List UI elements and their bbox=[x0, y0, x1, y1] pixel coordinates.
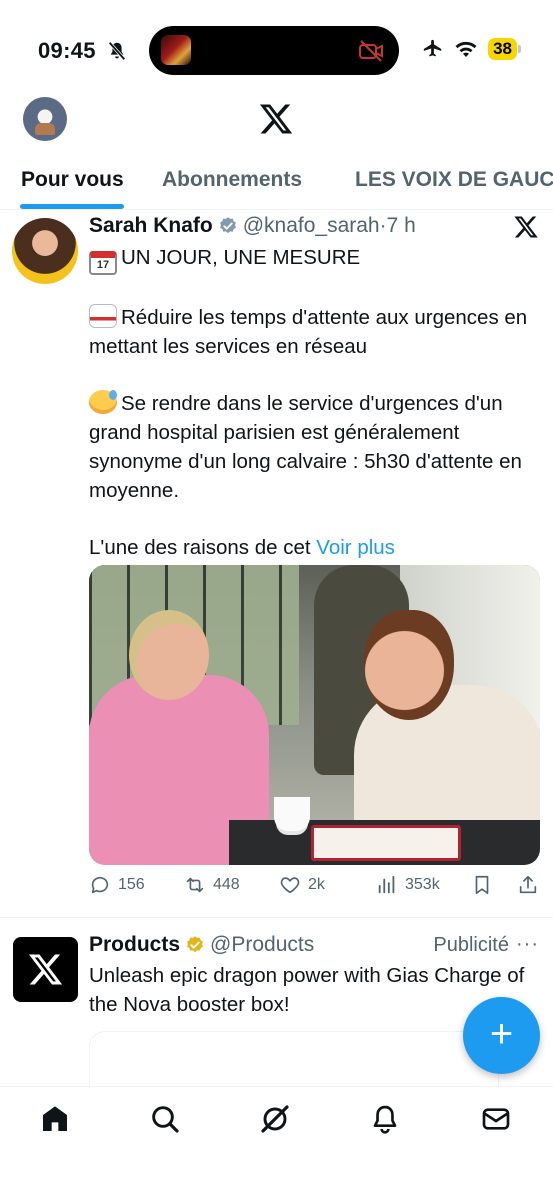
share-icon bbox=[519, 875, 537, 894]
dynamic-island[interactable] bbox=[149, 26, 399, 75]
ambulance-emoji-icon bbox=[89, 303, 117, 328]
photo-notebook bbox=[311, 825, 461, 861]
views-chart-icon bbox=[378, 875, 395, 894]
status-indicators: 38 bbox=[422, 38, 521, 60]
tweet-text-line: L'une des raisons de cet bbox=[89, 536, 311, 560]
search-icon[interactable] bbox=[149, 1103, 181, 1135]
repost-icon bbox=[186, 877, 204, 893]
tweet-text-line: UN JOUR, UNE MESURE bbox=[121, 246, 361, 269]
bell-muted-icon bbox=[108, 41, 126, 61]
like-count: 2k bbox=[308, 876, 325, 893]
bookmark-icon bbox=[475, 875, 489, 895]
ad-author-handle[interactable]: @Products bbox=[210, 933, 314, 957]
plus-icon: + bbox=[489, 1011, 514, 1056]
reply-icon bbox=[91, 876, 109, 894]
tweet-actions: 156 448 2k 353k bbox=[89, 874, 541, 904]
show-more-link[interactable]: Voir plus bbox=[316, 536, 395, 559]
repost-count: 448 bbox=[213, 876, 240, 893]
repost-button[interactable]: 448 bbox=[184, 874, 240, 896]
wifi-icon bbox=[455, 41, 477, 57]
timeline-tabs: Pour vous Abonnements LES VOIX DE GAUC bbox=[0, 160, 553, 210]
heart-icon bbox=[280, 877, 300, 894]
profile-avatar[interactable] bbox=[23, 97, 67, 141]
reply-count: 156 bbox=[118, 876, 145, 893]
compose-button[interactable]: + bbox=[463, 997, 540, 1074]
promoted-tweet[interactable]: Products @Products Publicité ··· Unleash… bbox=[0, 918, 553, 1101]
tweet-text-line: Se rendre dans le service d'urgences d'u… bbox=[89, 392, 522, 502]
ad-author-name[interactable]: Products bbox=[89, 933, 180, 957]
tab-pour-vous[interactable]: Pour vous bbox=[21, 168, 124, 192]
notifications-bell-icon[interactable] bbox=[369, 1103, 401, 1135]
ad-author-avatar[interactable] bbox=[13, 937, 78, 1002]
battery-level: 38 bbox=[488, 38, 521, 60]
status-bar: 09:45 38 bbox=[0, 0, 553, 95]
ad-header: Products @Products bbox=[89, 933, 314, 957]
tweet[interactable]: Sarah Knafo @knafo_sarah · 7 h 17 UN JOUR… bbox=[0, 210, 553, 918]
active-tab-indicator bbox=[20, 204, 124, 209]
tweet-author-avatar[interactable] bbox=[12, 218, 78, 284]
status-time: 09:45 bbox=[38, 38, 96, 63]
camera-off-icon bbox=[359, 40, 383, 62]
separator-dot: · bbox=[379, 214, 387, 237]
photo-person-right-head bbox=[364, 610, 454, 720]
calendar-emoji-icon: 17 bbox=[89, 251, 117, 275]
tweet-text-line: Réduire les temps d'attente aux urgences… bbox=[89, 305, 528, 358]
reply-button[interactable]: 156 bbox=[89, 874, 145, 896]
x-logo-icon[interactable] bbox=[258, 101, 294, 137]
tweet-author-name[interactable]: Sarah Knafo bbox=[89, 214, 213, 238]
grok-icon[interactable] bbox=[259, 1103, 291, 1135]
photo-coffee-cup bbox=[274, 797, 310, 831]
home-icon[interactable] bbox=[39, 1103, 71, 1135]
more-options-button[interactable]: ··· bbox=[516, 933, 539, 956]
promoted-label: Publicité bbox=[433, 934, 509, 956]
tab-abonnements[interactable]: Abonnements bbox=[162, 168, 302, 192]
gold-verified-badge-icon bbox=[187, 936, 203, 953]
views-count: 353k bbox=[405, 876, 440, 893]
bookmark-button[interactable] bbox=[471, 874, 493, 896]
sweat-face-emoji-icon bbox=[89, 390, 117, 415]
now-playing-artwork bbox=[161, 35, 191, 65]
tweet-author-handle[interactable]: @knafo_sarah bbox=[243, 214, 380, 238]
tab-les-voix-de-gauche[interactable]: LES VOIX DE GAUC bbox=[355, 168, 553, 192]
tweet-timestamp[interactable]: 7 h bbox=[387, 214, 416, 238]
top-header bbox=[0, 95, 553, 145]
photo-person-left-head bbox=[129, 610, 209, 700]
x-logo-icon bbox=[514, 216, 538, 238]
tweet-body: 17 UN JOUR, UNE MESURE Réduire les temps … bbox=[89, 244, 539, 563]
tweet-header: Sarah Knafo @knafo_sarah · 7 h bbox=[89, 214, 416, 238]
x-logo-icon bbox=[29, 954, 63, 985]
messages-envelope-icon[interactable] bbox=[480, 1103, 512, 1135]
airplane-icon bbox=[423, 39, 442, 57]
views-button[interactable]: 353k bbox=[376, 874, 440, 896]
tweet-photo[interactable] bbox=[89, 565, 540, 865]
bottom-navigation bbox=[0, 1086, 553, 1200]
verified-badge-icon bbox=[219, 217, 236, 234]
share-button[interactable] bbox=[517, 874, 539, 896]
like-button[interactable]: 2k bbox=[279, 874, 325, 896]
